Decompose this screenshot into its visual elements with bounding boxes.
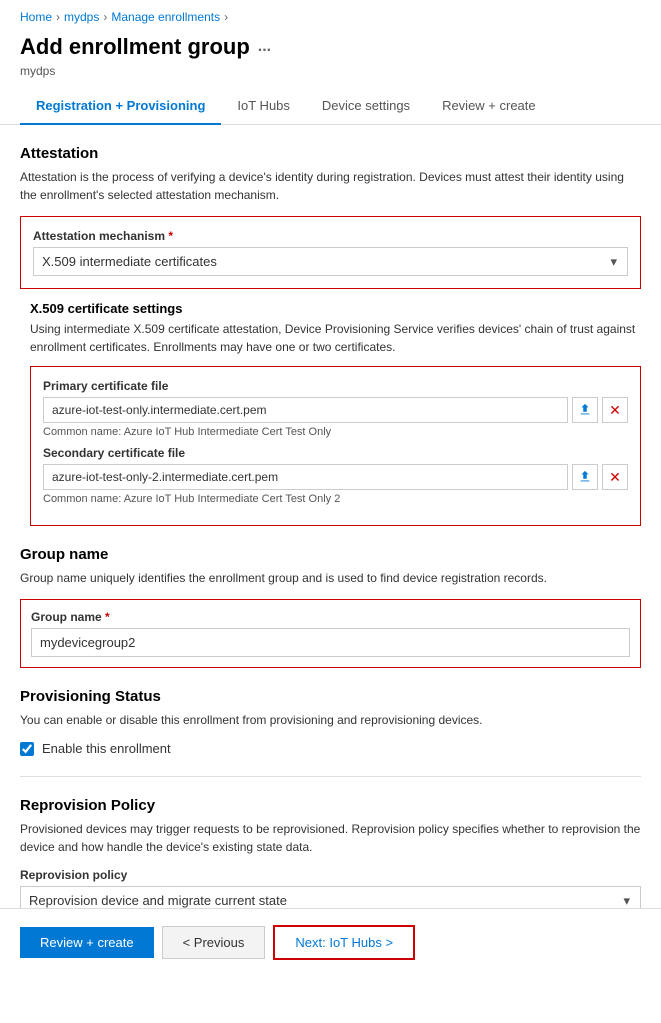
reprovision-policy-label: Reprovision policy (20, 868, 641, 882)
breadcrumb-mydps[interactable]: mydps (64, 10, 99, 24)
provisioning-status-title: Provisioning Status (20, 688, 641, 705)
attestation-title: Attestation (20, 145, 641, 162)
secondary-cert-label: Secondary certificate file (43, 446, 628, 460)
secondary-cert-upload-btn[interactable] (572, 464, 598, 490)
attestation-mechanism-box: Attestation mechanism * X.509 intermedia… (20, 216, 641, 289)
page-title-row: Add enrollment group ... (0, 30, 661, 62)
x509-settings: X.509 certificate settings Using interme… (30, 301, 641, 526)
previous-button[interactable]: < Previous (162, 926, 266, 959)
footer: Review + create < Previous Next: IoT Hub… (0, 908, 661, 976)
page-title: Add enrollment group (20, 34, 250, 60)
enable-enrollment-checkbox[interactable] (20, 742, 34, 756)
attestation-mechanism-select[interactable]: X.509 intermediate certificates (34, 248, 627, 275)
tab-bar: Registration + Provisioning IoT Hubs Dev… (0, 88, 661, 125)
enable-enrollment-label: Enable this enrollment (42, 741, 171, 756)
enable-enrollment-row: Enable this enrollment (20, 741, 641, 756)
next-button[interactable]: Next: IoT Hubs > (273, 925, 415, 960)
reprovision-title: Reprovision Policy (20, 797, 641, 814)
tab-iothubs[interactable]: IoT Hubs (221, 88, 306, 125)
primary-cert-common: Common name: Azure IoT Hub Intermediate … (43, 426, 628, 438)
primary-cert-input[interactable] (43, 397, 568, 423)
provisioning-status-section: Provisioning Status You can enable or di… (20, 688, 641, 756)
breadcrumb: Home › mydps › Manage enrollments › (0, 0, 661, 30)
group-name-input[interactable] (31, 628, 630, 657)
attestation-mechanism-select-wrapper[interactable]: X.509 intermediate certificates (33, 247, 628, 276)
group-name-label: Group name * (31, 610, 630, 624)
secondary-cert-delete-btn[interactable]: ✕ (602, 464, 628, 490)
certificates-box: Primary certificate file ✕ Common name: … (30, 366, 641, 526)
ellipsis-menu[interactable]: ... (258, 38, 271, 56)
reprovision-section: Reprovision Policy Provisioned devices m… (20, 797, 641, 915)
primary-cert-row: ✕ (43, 397, 628, 423)
review-create-button[interactable]: Review + create (20, 927, 154, 958)
secondary-cert-common: Common name: Azure IoT Hub Intermediate … (43, 493, 628, 505)
group-name-title: Group name (20, 546, 641, 563)
x509-title: X.509 certificate settings (30, 301, 641, 316)
page-subtitle: mydps (0, 62, 661, 88)
attestation-description: Attestation is the process of verifying … (20, 168, 641, 204)
secondary-cert-input[interactable] (43, 464, 568, 490)
primary-cert-delete-btn[interactable]: ✕ (602, 397, 628, 423)
secondary-cert-field: Secondary certificate file ✕ Common name… (43, 446, 628, 505)
divider (20, 776, 641, 777)
group-name-description: Group name uniquely identifies the enrol… (20, 569, 641, 587)
secondary-cert-row: ✕ (43, 464, 628, 490)
tab-devicesettings[interactable]: Device settings (306, 88, 426, 125)
x509-description: Using intermediate X.509 certificate att… (30, 320, 641, 356)
primary-cert-field: Primary certificate file ✕ Common name: … (43, 379, 628, 438)
provisioning-status-description: You can enable or disable this enrollmen… (20, 711, 641, 729)
breadcrumb-manage-enrollments[interactable]: Manage enrollments (111, 10, 220, 24)
attestation-section: Attestation Attestation is the process o… (20, 145, 641, 526)
tab-reviewcreate[interactable]: Review + create (426, 88, 552, 125)
main-content: Attestation Attestation is the process o… (0, 125, 661, 955)
primary-cert-upload-btn[interactable] (572, 397, 598, 423)
breadcrumb-home[interactable]: Home (20, 10, 52, 24)
tab-registration[interactable]: Registration + Provisioning (20, 88, 221, 125)
primary-cert-label: Primary certificate file (43, 379, 628, 393)
reprovision-description: Provisioned devices may trigger requests… (20, 820, 641, 856)
group-name-box: Group name * (20, 599, 641, 668)
attestation-mechanism-label: Attestation mechanism * (33, 229, 628, 243)
group-name-section: Group name Group name uniquely identifie… (20, 546, 641, 668)
